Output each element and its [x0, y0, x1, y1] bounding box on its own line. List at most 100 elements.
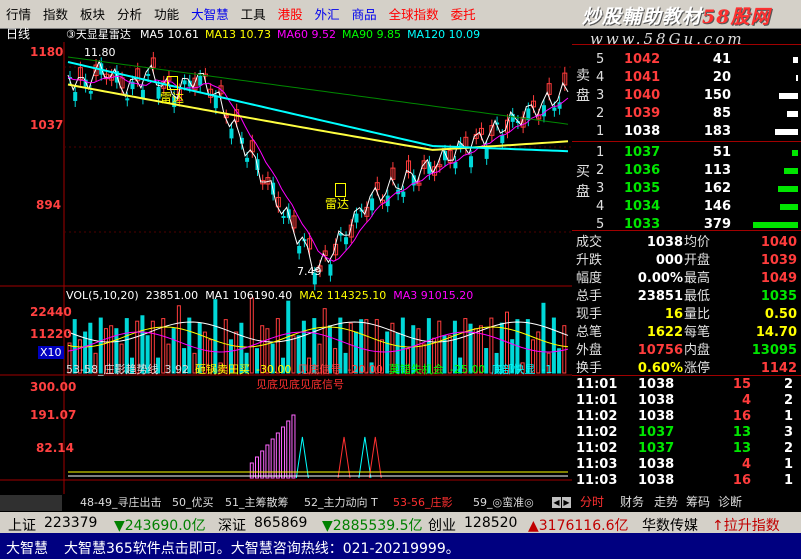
price-axis-mid: 1037 — [30, 118, 64, 132]
indicator-legend-3: -30.00 — [255, 363, 292, 376]
ask-level-row[interactable]: 2 1039 85 — [572, 104, 801, 123]
side-tab-0[interactable]: 分时 — [580, 495, 604, 510]
ma-legend-1: MA13 10.73 — [205, 28, 272, 41]
indicator-tab-1[interactable]: 50_优买 — [172, 495, 214, 510]
ask-level-row[interactable]: 5 1042 41 — [572, 50, 801, 69]
volume-depth-bar — [783, 168, 798, 174]
grid-lines — [64, 66, 572, 233]
volume-depth-bar — [777, 186, 798, 192]
menu-item-6[interactable]: 工具 — [235, 6, 272, 24]
news-stock[interactable]: 华数传媒 — [642, 515, 698, 535]
indicator-legend-9: -1 — [541, 363, 553, 376]
indicator-header: 53-58_庄影趋势线 3.92 砸锅卖田买 -30.00 见底信号 -20.00 莫错失机… — [66, 363, 571, 376]
bid-levels: 1 1037 51 2 1036 113 3 1035 162 4 1034 146 5 1033 379 — [572, 143, 801, 243]
chart-canvas[interactable] — [0, 42, 572, 494]
ask-level-row[interactable]: 1 1038 183 — [572, 122, 801, 141]
indicator-bars — [249, 414, 296, 479]
side-tab-4[interactable]: 诊断 — [718, 495, 742, 510]
ask-level-row[interactable]: 3 1040 150 — [572, 86, 801, 105]
indicator-axis-top: 300.00 — [30, 380, 77, 394]
sh-index-label[interactable]: 上证 — [8, 515, 36, 535]
high-price-mark: 11.80 — [84, 46, 116, 59]
indicator-axis-low: 82.14 — [36, 441, 74, 455]
sz-index-label[interactable]: 深证 — [218, 515, 246, 535]
volume-depth-bar — [775, 129, 798, 135]
bid-level-row[interactable]: 4 1034 146 — [572, 197, 801, 216]
signal-icon-2 — [335, 183, 346, 197]
ticker-text: 大智慧365软件点击即可。大智慧咨询热线：021-20219999。 — [64, 541, 460, 557]
menu-item-1[interactable]: 指数 — [37, 6, 74, 24]
volume-axis-top: 22440 — [30, 305, 72, 319]
menu-item-9[interactable]: 商品 — [346, 6, 383, 24]
signal-label-radar-2: 雷达 — [325, 197, 350, 211]
indicator-tab-4[interactable]: 53-56_庄影 — [393, 495, 452, 510]
signal-label-radar-1: 雷达 — [160, 91, 185, 105]
volume-depth-bar — [795, 75, 798, 81]
quote-stat-row: 外盘 10756 内盘 13095 — [576, 343, 797, 358]
quote-stat-row: 总笔 1622 每笔 14.70 — [576, 325, 797, 340]
menu-item-7[interactable]: 港股 — [272, 6, 309, 24]
indicator-tab-2[interactable]: 51_主筹散筹 — [225, 495, 289, 510]
tick-row: 11:01 1038 4 2 — [576, 393, 793, 408]
low-price-mark: 7.49 — [297, 265, 322, 278]
quote-stat-row: 成交 1038 均价 1040 — [576, 235, 797, 250]
cy-index-label[interactable]: 创业 — [428, 515, 456, 535]
volume-depth-bar — [792, 57, 798, 63]
tab-scroll-left-icon[interactable]: ◀ — [552, 497, 561, 508]
bid-level-row[interactable]: 1 1037 51 — [572, 143, 801, 162]
side-tab-2[interactable]: 走势 — [654, 495, 678, 510]
tick-row: 11:02 1038 16 1 — [576, 409, 793, 424]
indicator-tab-bar: 48-49_寻庄出击 50_优买 51_主筹散筹 52_主力动向 T 53-56_庄影 5… — [0, 495, 801, 511]
indicator-lines — [68, 436, 568, 479]
ma-legend-2: MA60 9.52 — [277, 28, 337, 41]
news-tag[interactable]: ↑拉升指数 — [712, 515, 780, 535]
menu-item-8[interactable]: 外汇 — [309, 6, 346, 24]
cy-index-change: ▲3176116.6亿 — [528, 518, 629, 534]
menu-item-5[interactable]: 大智慧 — [185, 6, 235, 24]
menu-item-4[interactable]: 功能 — [148, 6, 185, 24]
quote-stat-row: 幅度 0.00% 最高 1049 — [576, 271, 797, 286]
indicator-tab-5[interactable]: 59_◎蛮准◎ — [473, 495, 534, 510]
tab-scroll-right-icon[interactable]: ▶ — [562, 497, 571, 508]
bid-level-row[interactable]: 3 1035 162 — [572, 179, 801, 198]
indicator-legend-0: 53-58_庄影趋势线 — [66, 363, 159, 376]
indicator-tab-0[interactable]: 48-49_寻庄出击 — [80, 495, 161, 510]
main-menu: 行情 指数 板块 分析 功能 大智慧 工具 港股 外汇 商品 全球指数 委托 — [0, 6, 482, 24]
price-axis-top: 1180 — [30, 45, 64, 59]
sz-index-change: ▼2885539.5亿 — [322, 518, 423, 534]
indicator-legend-5: -20.00 — [347, 363, 383, 376]
menu-item-10[interactable]: 全球指数 — [383, 6, 445, 24]
side-tab-3[interactable]: 筹码 — [686, 495, 710, 510]
indicator-axis-mid: 191.07 — [30, 408, 77, 422]
bid-level-row[interactable]: 2 1036 113 — [572, 161, 801, 180]
indicator-legend-4: 见底信号 — [297, 363, 342, 376]
menu-item-11[interactable]: 委托 — [445, 6, 482, 24]
menu-item-3[interactable]: 分析 — [111, 6, 148, 24]
ma-legend-3: MA90 9.85 — [342, 28, 402, 41]
tick-list: 11:01 1038 15 2 11:01 1038 4 2 11:02 1038 16 1 11:02… — [572, 377, 801, 497]
volume-depth-bar — [779, 93, 798, 99]
menu-item-2[interactable]: 板块 — [74, 6, 111, 24]
indicator-tab-3[interactable]: 52_主力动向 T — [304, 495, 378, 510]
ma-header: MA5 10.61 MA13 10.73 MA60 9.52 MA90 9.85 MA1… — [140, 28, 480, 41]
volume-depth-bar — [787, 111, 798, 117]
ask-level-row[interactable]: 4 1041 20 — [572, 68, 801, 87]
menu-item-0[interactable]: 行情 — [0, 6, 37, 24]
quote-stat-row: 现手 16 量比 0.50 — [576, 307, 797, 322]
ticker-app-name: 大智慧 — [6, 541, 48, 557]
tick-row: 11:03 1038 16 1 — [576, 473, 793, 488]
period-label[interactable]: 日线 — [6, 28, 30, 41]
bid-level-row[interactable]: 5 1033 379 — [572, 215, 801, 234]
quote-stat-row: 总手 23851 最低 1035 — [576, 289, 797, 304]
volume-bars — [67, 297, 567, 374]
volume-axis-mid: 11220 — [30, 327, 72, 341]
quote-stat-row: 升跌 000 开盘 1039 — [576, 253, 797, 268]
candlesticks — [68, 51, 568, 291]
tick-row: 11:02 1037 13 3 — [576, 425, 793, 440]
indicator-legend-2: 砸锅卖田买 — [194, 363, 250, 376]
tick-row: 11:02 1037 13 2 — [576, 441, 793, 456]
price-axis-low: 894 — [36, 198, 62, 212]
side-tab-1[interactable]: 财务 — [620, 495, 644, 510]
news-ticker[interactable]: 大智慧 大智慧365软件点击即可。大智慧咨询热线：021-20219999。 — [0, 533, 801, 559]
indicator-legend-8: 底部快显 — [491, 363, 536, 376]
